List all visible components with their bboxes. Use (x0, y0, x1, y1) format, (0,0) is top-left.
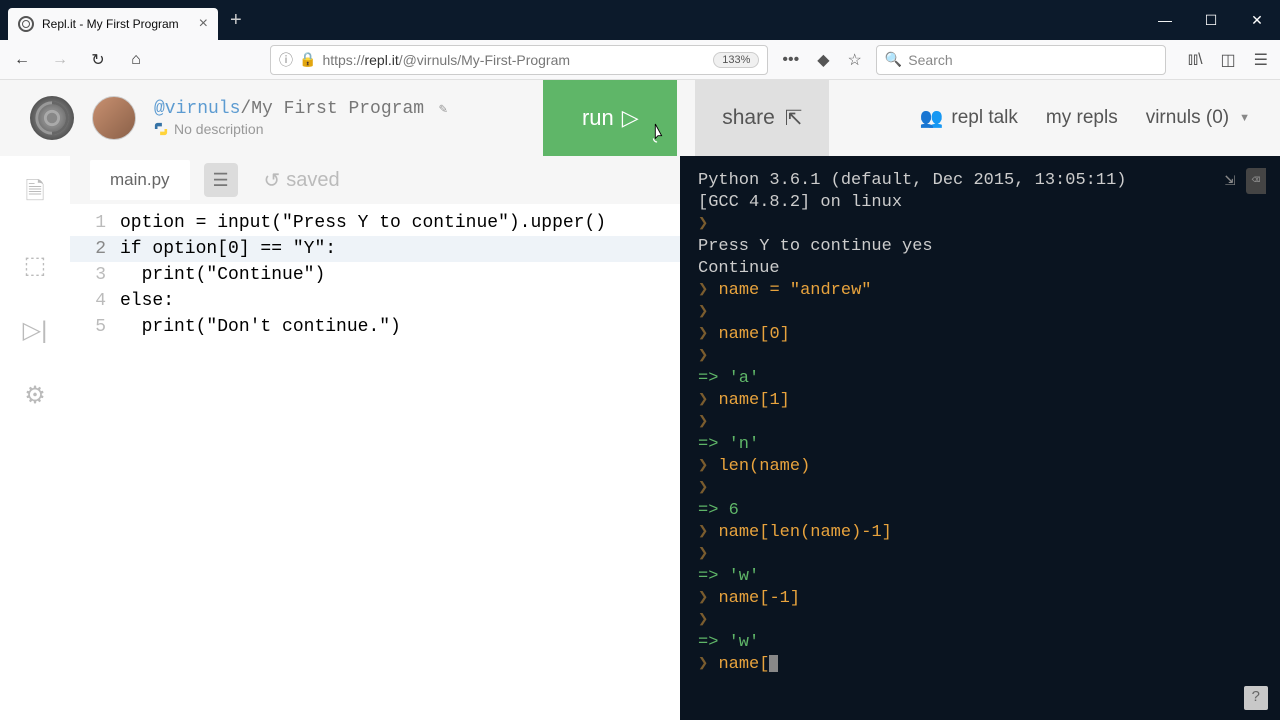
url-text: https://repl.it/@virnuls/My-First-Progra… (322, 52, 707, 68)
debugger-icon[interactable]: ▷| (23, 316, 48, 345)
browser-tab[interactable]: Repl.it - My First Program × (8, 8, 218, 40)
project-user[interactable]: @virnuls (154, 99, 240, 119)
settings-icon[interactable]: ⚙ (24, 381, 46, 410)
console-banner2: [GCC 4.8.2] on linux (698, 192, 1262, 214)
bookmark-star-icon[interactable]: ☆ (844, 50, 866, 70)
console-line: ❯ (698, 346, 1262, 368)
console-line: ❯ (698, 302, 1262, 324)
packages-icon[interactable]: ⬚ (24, 251, 47, 280)
console-line: ❯ name = "andrew" (698, 280, 1262, 302)
code-line[interactable]: print("Continue") (120, 262, 680, 288)
editor-panel: main.py ☰ ↺ saved 1 2 3 4 5 option = inp… (70, 156, 680, 720)
address-bar[interactable]: ⓘ 🔒 https://repl.it/@virnuls/My-First-Pr… (270, 45, 768, 75)
search-placeholder: Search (908, 52, 952, 68)
console-line: Press Y to continue yes (698, 236, 1262, 258)
console-line: ❯ name[0] (698, 324, 1262, 346)
console-line: ❯ name[len(name)-1] (698, 522, 1262, 544)
code-line[interactable]: print("Don't continue.") (120, 314, 680, 340)
console-line: Continue (698, 258, 1262, 280)
more-icon[interactable]: ••• (778, 51, 803, 69)
left-rail: 🗎 ⬚ ▷| ⚙ (0, 156, 70, 720)
share-icon: ⇱ (785, 106, 803, 131)
console-panel[interactable]: ⇲ ⌫ Python 3.6.1 (default, Dec 2015, 13:… (680, 156, 1280, 720)
chevron-down-icon: ▼ (1239, 112, 1250, 124)
python-icon (154, 122, 168, 136)
zoom-badge[interactable]: 133% (713, 52, 759, 68)
console-line: ❯ name[1] (698, 390, 1262, 412)
library-icon[interactable]: ⫾⫾\ (1184, 51, 1207, 69)
window-controls: — ☐ ✕ (1142, 0, 1280, 40)
minimize-button[interactable]: — (1142, 0, 1188, 40)
reload-button[interactable]: ↻ (84, 46, 112, 74)
console-banner: Python 3.6.1 (default, Dec 2015, 13:05:1… (698, 170, 1262, 192)
console-output[interactable]: ❯Press Y to continue yesContinue❯ name =… (698, 214, 1262, 676)
share-button[interactable]: share ⇱ (695, 80, 829, 156)
my-repls-link[interactable]: my repls (1046, 107, 1118, 129)
run-button[interactable]: run ▷ (543, 80, 677, 156)
history-icon: ↺ (264, 168, 281, 193)
close-tab-icon[interactable]: × (199, 15, 208, 33)
help-button[interactable]: ? (1244, 686, 1268, 710)
console-line: => 'a' (698, 368, 1262, 390)
file-tab-main[interactable]: main.py (90, 160, 190, 200)
console-line: => 'w' (698, 632, 1262, 654)
console-line: => 'n' (698, 434, 1262, 456)
project-description: No description (174, 121, 264, 137)
project-info: @virnuls/My First Program ✎ No descripti… (154, 99, 447, 137)
new-tab-button[interactable]: + (218, 9, 254, 32)
console-line: => 'w' (698, 566, 1262, 588)
code-editor[interactable]: 1 2 3 4 5 option = input("Press Y to con… (70, 204, 680, 720)
user-avatar[interactable] (92, 96, 136, 140)
console-line: ❯ name[ (698, 654, 1262, 676)
menu-icon[interactable]: ☰ (1250, 50, 1272, 70)
maximize-button[interactable]: ☐ (1188, 0, 1234, 40)
code-content[interactable]: option = input("Press Y to continue").up… (120, 210, 680, 720)
search-bar[interactable]: 🔍 Search (876, 45, 1166, 75)
console-line: => 6 (698, 500, 1262, 522)
files-icon[interactable]: 🗎 (25, 174, 44, 215)
play-icon: ▷ (622, 105, 639, 131)
pocket-icon[interactable]: ◆ (813, 50, 833, 70)
replit-logo[interactable] (30, 96, 74, 140)
search-icon: 🔍 (885, 51, 902, 68)
main-area: 🗎 ⬚ ▷| ⚙ main.py ☰ ↺ saved 1 2 3 4 5 opt… (0, 156, 1280, 720)
line-gutter: 1 2 3 4 5 (70, 210, 120, 720)
code-line[interactable]: option = input("Press Y to continue").up… (120, 210, 680, 236)
console-line: ❯ (698, 214, 1262, 236)
console-line: ❯ len(name) (698, 456, 1262, 478)
format-icon[interactable]: ☰ (204, 163, 238, 197)
browser-tab-bar: Repl.it - My First Program × + — ☐ ✕ (0, 0, 1280, 40)
code-line[interactable]: else: (120, 288, 680, 314)
console-line: ❯ (698, 412, 1262, 434)
saved-indicator: ↺ saved (264, 168, 340, 193)
people-icon: 👥 (920, 106, 944, 130)
lock-icon: 🔒 (299, 51, 316, 68)
tab-title: Repl.it - My First Program (42, 17, 191, 31)
app-header: @virnuls/My First Program ✎ No descripti… (0, 80, 1280, 156)
browser-toolbar: ← → ↻ ⌂ ⓘ 🔒 https://repl.it/@virnuls/My-… (0, 40, 1280, 80)
close-window-button[interactable]: ✕ (1234, 0, 1280, 40)
sidebar-icon[interactable]: ◫ (1217, 50, 1240, 70)
pop-out-icon[interactable]: ⇲ (1225, 170, 1236, 192)
account-dropdown[interactable]: virnuls (0)▼ (1146, 107, 1250, 129)
forward-button[interactable]: → (46, 46, 74, 74)
back-button[interactable]: ← (8, 46, 36, 74)
editor-tab-bar: main.py ☰ ↺ saved (70, 156, 680, 204)
info-icon[interactable]: ⓘ (279, 50, 293, 70)
edit-name-icon[interactable]: ✎ (439, 102, 447, 118)
project-name: My First Program (251, 99, 424, 119)
console-line: ❯ (698, 610, 1262, 632)
console-line: ❯ name[-1] (698, 588, 1262, 610)
console-line: ❯ (698, 544, 1262, 566)
code-line[interactable]: if option[0] == "Y": (120, 236, 680, 262)
clear-console-icon[interactable]: ⌫ (1246, 168, 1266, 194)
replit-favicon (18, 16, 34, 32)
repl-talk-link[interactable]: 👥 repl talk (920, 106, 1018, 130)
console-line: ❯ (698, 478, 1262, 500)
home-button[interactable]: ⌂ (122, 46, 150, 74)
